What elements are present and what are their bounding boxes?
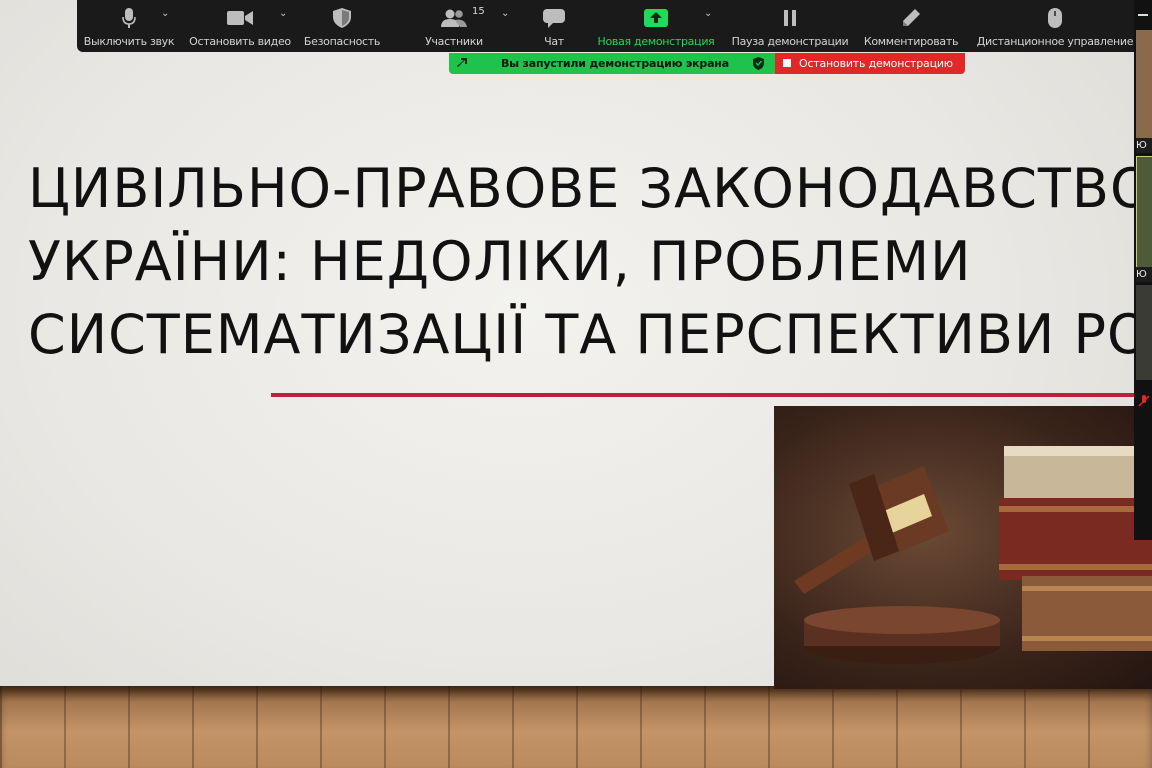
chevron-down-icon[interactable]: ⌄ [704,8,712,19]
stop-share-button[interactable]: Остановить демонстрацию [775,53,965,74]
chat-button[interactable]: Чат [529,0,579,52]
shield-icon [333,8,351,28]
stop-video-label: Остановить видео [189,35,291,48]
mute-label: Выключить звук [83,35,175,48]
video-camera-icon [227,11,253,25]
security-label: Безопасность [303,35,381,48]
share-screen-icon [644,9,668,27]
microphone-icon [122,8,136,28]
slide-title-line: УКРАЇНИ: НЕДОЛІКИ, ПРОБЛЕМИ [28,230,972,293]
participant-video-strip: Ю Ю [1134,0,1152,540]
slide-title-line: ЦИВІЛЬНО-ПРАВОВЕ ЗАКОНОДАВСТВО [28,157,1138,220]
participants-label: Участники [425,35,483,48]
pencil-icon [903,9,920,26]
sharing-status-banner: Вы запустили демонстрацию экрана [449,53,775,74]
chat-label: Чат [544,35,564,48]
new-share-label: Новая демонстрация [597,35,715,48]
stop-square-icon [783,59,791,67]
participants-count: 15 [472,6,485,17]
title-accent-rule [271,393,1152,397]
share-arrow-icon [457,58,467,67]
chat-bubble-icon [543,9,565,28]
pause-share-button[interactable]: Пауза демонстрации [727,0,853,52]
stop-share-label: Остановить демонстрацию [799,57,953,70]
annotate-button[interactable]: Комментировать [861,0,961,52]
mouse-icon [1048,8,1062,28]
remote-control-label: Дистанционное управление [976,35,1134,48]
participant-video-tile[interactable] [1136,30,1152,138]
pause-icon [784,10,796,26]
participant-video-tile[interactable] [1136,285,1152,380]
gavel-books-image [774,406,1152,689]
pause-share-label: Пауза демонстрации [731,35,849,48]
chevron-down-icon[interactable]: ⌄ [279,8,287,19]
chevron-down-icon[interactable]: ⌄ [161,8,169,19]
minimize-video-button[interactable] [1138,14,1148,16]
slide-title-line: СИСТЕМАТИЗАЦІЇ ТА ПЕРСПЕКТИВИ РОЗВИТКУ [28,303,1138,366]
participant-name: Ю [1136,267,1152,282]
participants-icon [441,9,467,27]
sharing-status-message: Вы запустили демонстрацию экрана [501,57,729,70]
slide-title: ЦИВІЛЬНО-ПРАВОВЕ ЗАКОНОДАВСТВО УКРАЇНИ: … [28,152,1138,371]
new-share-button[interactable]: Новая демонстрация [591,0,721,52]
security-button[interactable]: Безопасность [299,0,385,52]
participant-video-tile[interactable] [1136,156,1152,268]
wooden-floor-image [0,686,1152,768]
meeting-toolbar: Выключить звук ⌄ Остановить видео ⌄ Безо… [77,0,1152,52]
muted-microphone-icon [1138,395,1150,407]
participant-name: Ю [1136,138,1152,153]
chevron-down-icon[interactable]: ⌄ [501,8,509,19]
shield-check-icon [753,57,764,70]
annotate-label: Комментировать [863,35,959,48]
remote-control-button[interactable]: Дистанционное управление [971,0,1139,52]
